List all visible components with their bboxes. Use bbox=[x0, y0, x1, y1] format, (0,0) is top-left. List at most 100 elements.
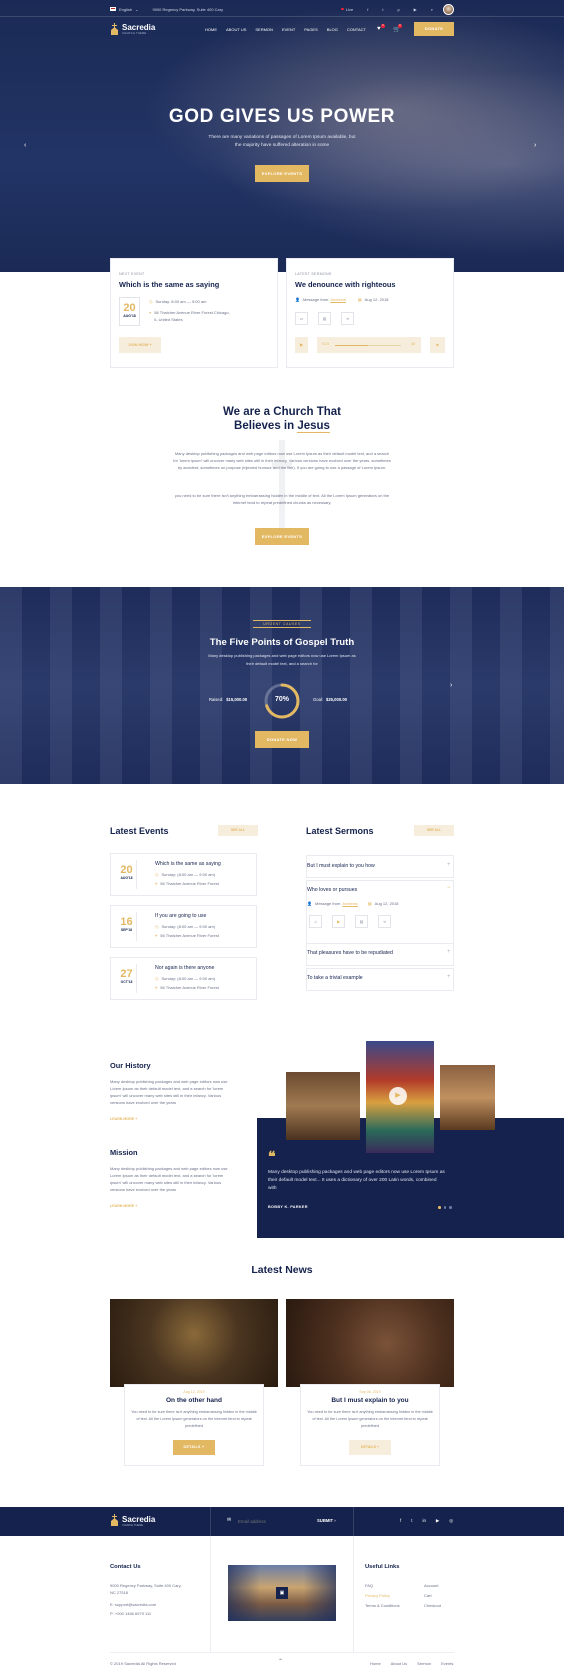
avatar[interactable] bbox=[443, 3, 454, 15]
plus-icon[interactable]: + bbox=[447, 974, 451, 980]
cart-button[interactable]: 🛒 0 bbox=[393, 24, 402, 33]
video-play-button[interactable]: ▶ bbox=[389, 1087, 407, 1105]
news-2-image[interactable] bbox=[286, 1299, 454, 1387]
carousel-dot-3[interactable] bbox=[449, 1206, 452, 1209]
sermon-row-2-title[interactable]: Who loves or pursues bbox=[307, 887, 357, 893]
document-icon[interactable]: ▤ bbox=[355, 915, 368, 928]
nav-item-sermon[interactable]: SERMON bbox=[255, 27, 273, 32]
event-3-title[interactable]: Nor again is there anyone bbox=[155, 965, 214, 971]
footer-link-account[interactable]: Account bbox=[424, 1582, 438, 1589]
wishlist-button[interactable]: ♥ 0 bbox=[377, 24, 385, 32]
audio-play-button[interactable]: ▶ bbox=[295, 337, 308, 353]
language-selector[interactable]: English bbox=[119, 7, 132, 12]
youtube-icon[interactable]: ▶ bbox=[332, 915, 345, 928]
next-event-title[interactable]: Which is the same as saying bbox=[119, 280, 219, 289]
hero-explore-button[interactable]: EXPLORE EVENTS bbox=[255, 165, 309, 182]
hero-subtitle-2: the majority have suffered alteration in… bbox=[234, 143, 330, 148]
sermons-see-all-button[interactable]: SEE ALL bbox=[414, 825, 454, 836]
linkedin-icon[interactable]: in bbox=[422, 1518, 425, 1524]
nav-item-event[interactable]: EVENT bbox=[282, 27, 295, 32]
back-to-top-icon[interactable]: ⌃ bbox=[278, 1658, 283, 1665]
news-1-title[interactable]: On the other hand bbox=[124, 1397, 264, 1404]
next-event-day: 20 bbox=[123, 302, 136, 314]
newsletter-email-input[interactable] bbox=[238, 1515, 308, 1527]
instagram-icon[interactable]: ◎ bbox=[449, 1518, 453, 1524]
footer-bottom-link-about[interactable]: About Us bbox=[391, 1660, 407, 1667]
twitter-icon[interactable]: t bbox=[382, 7, 383, 12]
history-text: Many desktop publishing packages and web… bbox=[110, 1079, 228, 1105]
church-logo-icon bbox=[110, 23, 119, 35]
video-icon[interactable]: ▭ bbox=[295, 312, 308, 325]
footer-email[interactable]: E: support@sacredia.com bbox=[110, 1601, 156, 1608]
nav-item-contact[interactable]: CONTACT bbox=[347, 27, 366, 32]
footer-link-privacy[interactable]: Privacy Policy bbox=[365, 1592, 390, 1599]
brand-logo[interactable]: Sacredia CHURCH THEME bbox=[110, 21, 155, 37]
youtube-icon[interactable]: ▶ bbox=[436, 1518, 439, 1524]
footer-link-cart[interactable]: Cart bbox=[424, 1592, 432, 1599]
youtube-icon[interactable]: ▶ bbox=[414, 7, 417, 12]
footer-phone[interactable]: P: +000 1466 6979 111 bbox=[110, 1610, 151, 1617]
facebook-icon[interactable]: f bbox=[367, 7, 368, 12]
church-pews-image[interactable] bbox=[440, 1065, 495, 1130]
about-explore-button[interactable]: EXPLORE EVENTS bbox=[255, 528, 309, 545]
volume-icon[interactable]: ◂› bbox=[430, 337, 445, 353]
sermon-row-1-title[interactable]: But I must explain to you how bbox=[307, 863, 375, 869]
church-interior-image[interactable] bbox=[286, 1072, 360, 1140]
latest-sermon-title[interactable]: We denounce with righteous bbox=[295, 280, 395, 289]
mission-learn-more-link[interactable]: LEARN MORE + bbox=[110, 1204, 137, 1208]
share-icon[interactable]: ⋖ bbox=[341, 312, 354, 325]
nav-item-pages[interactable]: PAGES bbox=[304, 27, 318, 32]
footer-link-terms[interactable]: Terms & Conditions bbox=[365, 1602, 400, 1609]
minus-icon[interactable]: − bbox=[447, 885, 451, 891]
sermon-row-3-title[interactable]: That pleasures have to be repudiated bbox=[307, 950, 393, 956]
nav-item-blog[interactable]: BLOG bbox=[327, 27, 338, 32]
nav-item-about[interactable]: ABOUT US bbox=[226, 27, 246, 32]
calendar-icon: ▦ bbox=[357, 297, 362, 302]
footer-copyright: © 2019 Sacredia All Rights Reserved bbox=[110, 1661, 176, 1666]
footer-brand-name: Sacredia bbox=[122, 1514, 156, 1524]
cause-next-icon[interactable]: › bbox=[450, 682, 452, 689]
donate-button[interactable]: DONATE bbox=[414, 22, 454, 36]
news-1-details-button[interactable]: DETAILS + bbox=[173, 1440, 215, 1455]
share-icon[interactable]: ⋖ bbox=[378, 915, 391, 928]
footer-link-faq[interactable]: FAQ bbox=[365, 1582, 373, 1589]
cause-desc-2: their default model text, and a search f… bbox=[246, 661, 318, 666]
nav-item-home[interactable]: HOME bbox=[205, 27, 217, 32]
event-1-date: 20 AUG'18 bbox=[117, 860, 137, 889]
facebook-icon[interactable]: f bbox=[400, 1518, 401, 1524]
carousel-dot-1[interactable] bbox=[438, 1206, 441, 1209]
plus-icon[interactable]: + bbox=[447, 862, 451, 868]
audio-progress-bar[interactable]: 0:23 45 bbox=[317, 337, 421, 353]
quote-icon: ❝ bbox=[268, 1148, 276, 1164]
about-title-line-1: We are a Church That bbox=[222, 406, 341, 418]
footer-brand-logo[interactable]: Sacredia CHURCH THEME bbox=[110, 1514, 155, 1528]
donate-now-button[interactable]: DONATE NOW bbox=[255, 731, 309, 748]
carousel-dot-2[interactable] bbox=[443, 1206, 446, 1209]
footer-bottom-link-sermon[interactable]: Sermon bbox=[417, 1660, 431, 1667]
sermon-row-4-title[interactable]: To take a trivial example bbox=[307, 975, 363, 981]
news-1-image[interactable] bbox=[110, 1299, 278, 1387]
sermon-author-link[interactable]: Andrews bbox=[342, 900, 358, 907]
audio-icon[interactable]: ♫ bbox=[309, 915, 322, 928]
footer-links-title: Useful Links bbox=[365, 1564, 400, 1570]
twitter-icon[interactable]: t bbox=[411, 1518, 412, 1524]
event-1-title[interactable]: Which is the same as saying bbox=[155, 861, 221, 867]
event-2-time: ◷ Sunday: (8:00 am — 9:00 am) bbox=[155, 923, 215, 930]
history-learn-more-link[interactable]: LEARN MORE + bbox=[110, 1117, 137, 1121]
document-icon[interactable]: ▤ bbox=[318, 312, 331, 325]
footer-bottom-link-home[interactable]: Home bbox=[370, 1660, 381, 1667]
news-2-title[interactable]: But I must explain to you bbox=[300, 1397, 440, 1404]
newsletter-submit-button[interactable]: SUBMIT › bbox=[317, 1518, 336, 1523]
search-icon[interactable]: ⌕ bbox=[431, 7, 433, 12]
events-see-all-button[interactable]: SEE ALL bbox=[218, 825, 258, 836]
cause-goal: Goal: $25,000.00 bbox=[313, 697, 347, 702]
join-now-button[interactable]: JOIN NOW + bbox=[119, 337, 161, 353]
live-badge[interactable]: Live bbox=[341, 7, 353, 12]
event-2-title[interactable]: If you are going to use bbox=[155, 913, 206, 919]
plus-icon[interactable]: + bbox=[447, 949, 451, 955]
footer-link-checkout[interactable]: Checkout bbox=[424, 1602, 441, 1609]
news-2-details-button[interactable]: DETAILS + bbox=[349, 1440, 391, 1455]
pinterest-icon[interactable]: p bbox=[397, 7, 399, 12]
sermon-author-link[interactable]: Andrews bbox=[330, 296, 346, 303]
footer-bottom-link-events[interactable]: Events bbox=[441, 1660, 453, 1667]
